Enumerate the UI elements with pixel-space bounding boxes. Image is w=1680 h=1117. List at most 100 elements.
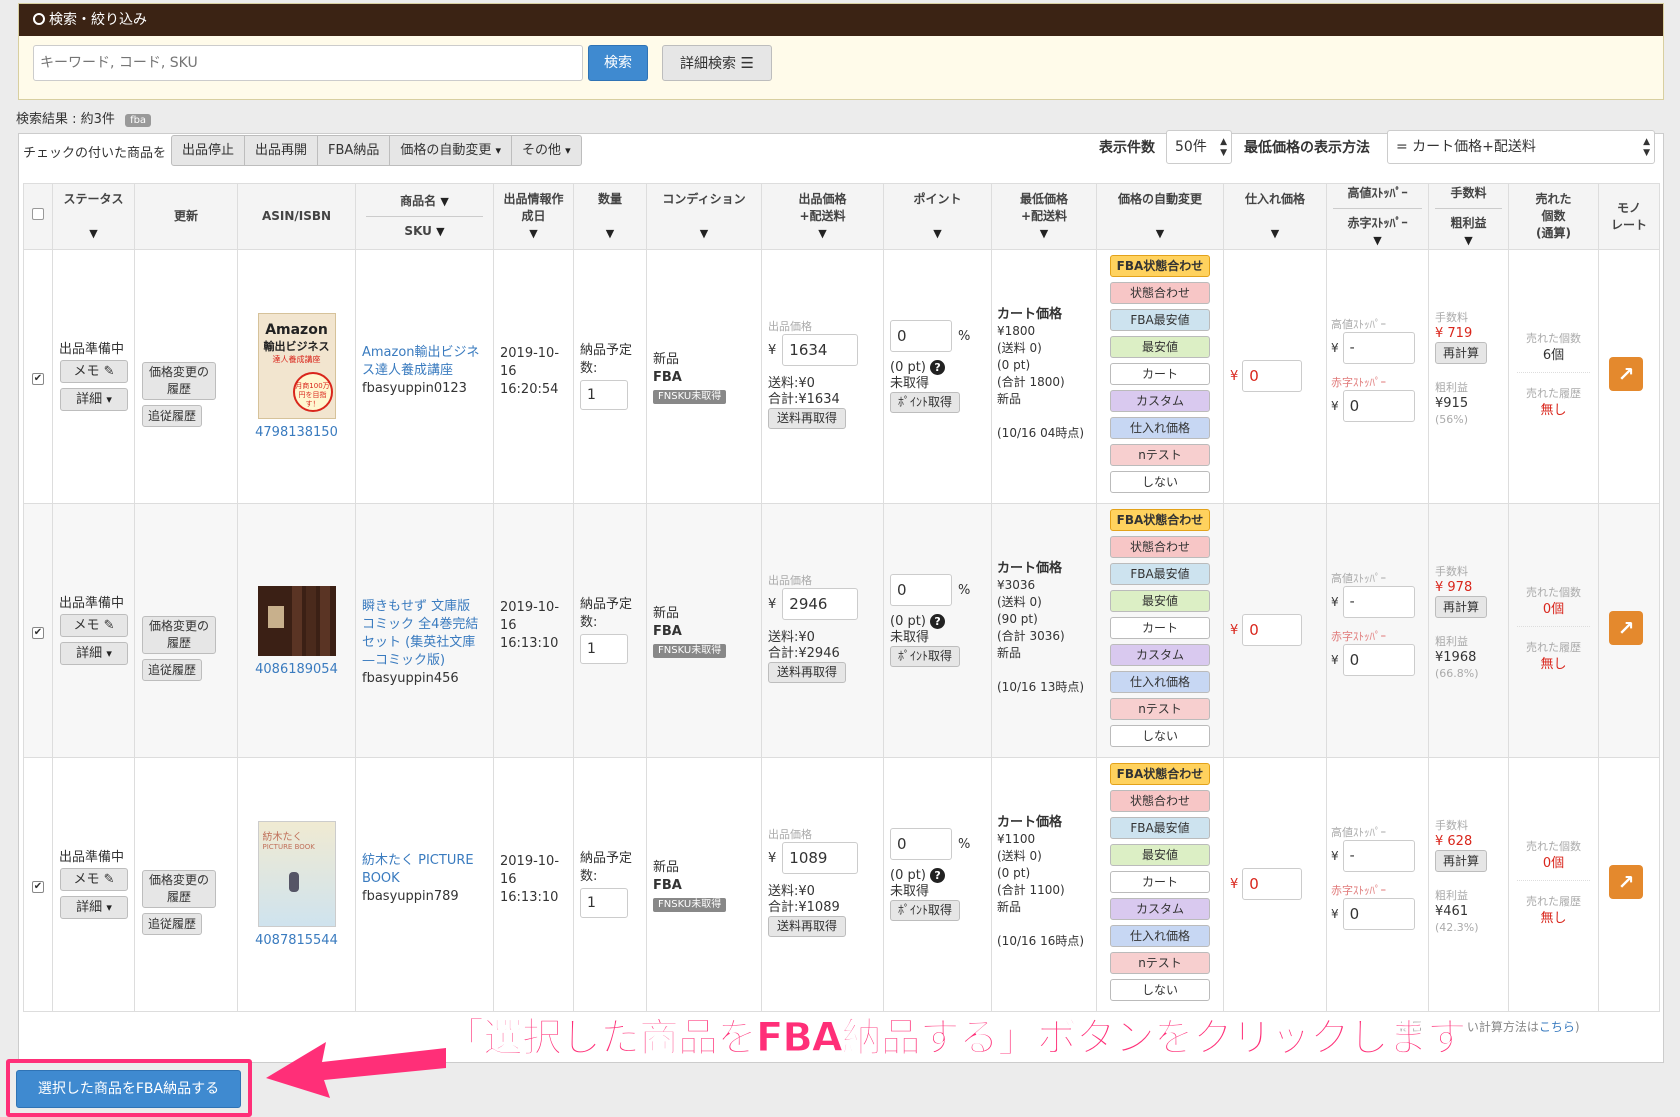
th-auto-price[interactable]: 価格の自動変更 ▼	[1096, 183, 1224, 250]
auto-option-lowest[interactable]: 最安値	[1110, 336, 1210, 358]
cost-input[interactable]	[1242, 360, 1303, 392]
product-name-link[interactable]: 瞬きもせず 文庫版 コミック 全4巻完結セット (集英社文庫—コミック版)	[362, 598, 487, 670]
recalc-button[interactable]: 再計算	[1435, 342, 1487, 364]
footer-calc-link[interactable]: こちら	[1539, 1020, 1575, 1034]
display-count-select[interactable]: 50件 ▲ ▼	[1166, 130, 1232, 164]
detail-search-button[interactable]: 詳細検索 ☰	[662, 45, 772, 81]
auto-option-cost-price[interactable]: 仕入れ価格	[1110, 417, 1210, 439]
qty-input[interactable]	[580, 380, 628, 410]
th-status[interactable]: ステータス ▼	[52, 183, 135, 250]
mono-rate-chart-icon[interactable]: ↗	[1609, 611, 1643, 645]
th-fee[interactable]: 手数料 粗利益 ▼	[1428, 183, 1509, 250]
auto-option-cost-price[interactable]: 仕入れ価格	[1110, 671, 1210, 693]
bulk-other-button[interactable]: その他 ▾	[512, 135, 582, 166]
point-fetch-button[interactable]: ﾎﾟｲﾝﾄ取得	[890, 900, 960, 921]
th-name[interactable]: 商品名 ▼ SKU ▼	[355, 183, 494, 250]
recalc-button[interactable]: 再計算	[1435, 850, 1487, 872]
qty-input[interactable]	[580, 634, 628, 664]
point-fetch-button[interactable]: ﾎﾟｲﾝﾄ取得	[890, 646, 960, 667]
auto-option-state[interactable]: 状態合わせ	[1110, 282, 1210, 304]
bulk-fba-button[interactable]: FBA納品	[318, 135, 391, 166]
auto-option-custom[interactable]: カスタム	[1110, 644, 1210, 666]
auto-option-cart[interactable]: カート	[1110, 617, 1210, 639]
th-listed[interactable]: 出品情報作 成日 ▼	[493, 183, 574, 250]
auto-option-none[interactable]: しない	[1110, 979, 1210, 1001]
auto-option-cart[interactable]: カート	[1110, 871, 1210, 893]
memo-button[interactable]: メモ ✎	[60, 868, 128, 891]
auto-option-cart[interactable]: カート	[1110, 363, 1210, 385]
auto-option-cost-price[interactable]: 仕入れ価格	[1110, 925, 1210, 947]
point-fetch-button[interactable]: ﾎﾟｲﾝﾄ取得	[890, 392, 960, 413]
high-stopper-input[interactable]	[1342, 586, 1415, 618]
price-history-button[interactable]: 価格変更の 履歴	[142, 616, 216, 654]
follow-history-button[interactable]: 追従履歴	[142, 913, 202, 935]
asin-link[interactable]: 4086189054	[238, 662, 355, 677]
th-qty[interactable]: 数量 ▼	[573, 183, 647, 250]
th-stopper[interactable]: 高値ｽﾄｯﾊﾟｰ 赤字ｽﾄｯﾊﾟｰ ▼	[1326, 183, 1429, 250]
bulk-resume-button[interactable]: 出品再開	[245, 135, 319, 166]
auto-option-n-test[interactable]: nテスト	[1110, 444, 1210, 466]
follow-history-button[interactable]: 追従履歴	[142, 405, 202, 427]
mono-rate-chart-icon[interactable]: ↗	[1609, 865, 1643, 899]
auto-option-fba-state[interactable]: FBA状態合わせ	[1110, 763, 1210, 785]
reship-button[interactable]: 送料再取得	[768, 408, 846, 429]
qty-input[interactable]	[580, 888, 628, 918]
auto-option-fba-lowest[interactable]: FBA最安値	[1110, 817, 1210, 839]
search-button[interactable]: 検索	[588, 45, 648, 81]
point-input[interactable]	[890, 574, 952, 606]
help-icon[interactable]: ?	[930, 614, 946, 629]
memo-button[interactable]: メモ ✎	[60, 614, 128, 637]
follow-history-button[interactable]: 追従履歴	[142, 659, 202, 681]
auto-option-fba-lowest[interactable]: FBA最安値	[1110, 563, 1210, 585]
reship-button[interactable]: 送料再取得	[768, 662, 846, 683]
auto-option-fba-lowest[interactable]: FBA最安値	[1110, 309, 1210, 331]
low-stopper-input[interactable]	[1342, 390, 1415, 422]
product-name-link[interactable]: Amazon輸出ビジネス達人養成講座	[362, 344, 487, 380]
auto-option-lowest[interactable]: 最安値	[1110, 844, 1210, 866]
row-checkbox[interactable]: ✔	[32, 881, 44, 893]
auto-option-fba-state[interactable]: FBA状態合わせ	[1110, 255, 1210, 277]
cost-input[interactable]	[1242, 614, 1303, 646]
row-checkbox[interactable]: ✔	[32, 373, 44, 385]
recalc-button[interactable]: 再計算	[1435, 596, 1487, 618]
point-input[interactable]	[890, 320, 952, 352]
th-cost[interactable]: 仕入れ価格 ▼	[1223, 183, 1327, 250]
help-icon[interactable]: ?	[930, 868, 946, 883]
auto-option-none[interactable]: しない	[1110, 725, 1210, 747]
price-history-button[interactable]: 価格変更の 履歴	[142, 870, 216, 908]
asin-link[interactable]: 4798138150	[238, 425, 355, 440]
auto-option-custom[interactable]: カスタム	[1110, 390, 1210, 412]
auto-option-n-test[interactable]: nテスト	[1110, 698, 1210, 720]
th-point[interactable]: ポイント ▼	[883, 183, 992, 250]
price-input[interactable]	[782, 588, 859, 620]
low-stopper-input[interactable]	[1342, 644, 1415, 676]
th-condition[interactable]: コンディション ▼	[646, 183, 762, 250]
row-checkbox[interactable]: ✔	[32, 627, 44, 639]
cost-input[interactable]	[1242, 868, 1303, 900]
high-stopper-input[interactable]	[1342, 332, 1415, 364]
auto-option-none[interactable]: しない	[1110, 471, 1210, 493]
detail-button[interactable]: 詳細 ▾	[60, 896, 128, 919]
price-input[interactable]	[782, 842, 859, 874]
fba-submit-button[interactable]: 選択した商品をFBA納品する	[16, 1070, 241, 1108]
product-name-link[interactable]: 紡木たく PICTURE BOOK	[362, 852, 487, 888]
auto-option-custom[interactable]: カスタム	[1110, 898, 1210, 920]
th-min-price[interactable]: 最低価格 +配送料 ▼	[991, 183, 1097, 250]
reship-button[interactable]: 送料再取得	[768, 916, 846, 937]
low-stopper-input[interactable]	[1342, 898, 1415, 930]
point-input[interactable]	[890, 828, 952, 860]
th-price[interactable]: 出品価格 +配送料 ▼	[761, 183, 884, 250]
memo-button[interactable]: メモ ✎	[60, 360, 128, 383]
high-stopper-input[interactable]	[1342, 840, 1415, 872]
keyword-input[interactable]	[33, 45, 583, 81]
mono-rate-chart-icon[interactable]: ↗	[1609, 357, 1643, 391]
asin-link[interactable]: 4087815544	[238, 933, 355, 948]
auto-option-fba-state[interactable]: FBA状態合わせ	[1110, 509, 1210, 531]
price-history-button[interactable]: 価格変更の 履歴	[142, 362, 216, 400]
auto-option-lowest[interactable]: 最安値	[1110, 590, 1210, 612]
help-icon[interactable]: ?	[930, 360, 946, 375]
price-input[interactable]	[782, 334, 859, 366]
auto-option-n-test[interactable]: nテスト	[1110, 952, 1210, 974]
bulk-auto-price-button[interactable]: 価格の自動変更 ▾	[390, 135, 513, 166]
bulk-stop-button[interactable]: 出品停止	[171, 135, 246, 166]
